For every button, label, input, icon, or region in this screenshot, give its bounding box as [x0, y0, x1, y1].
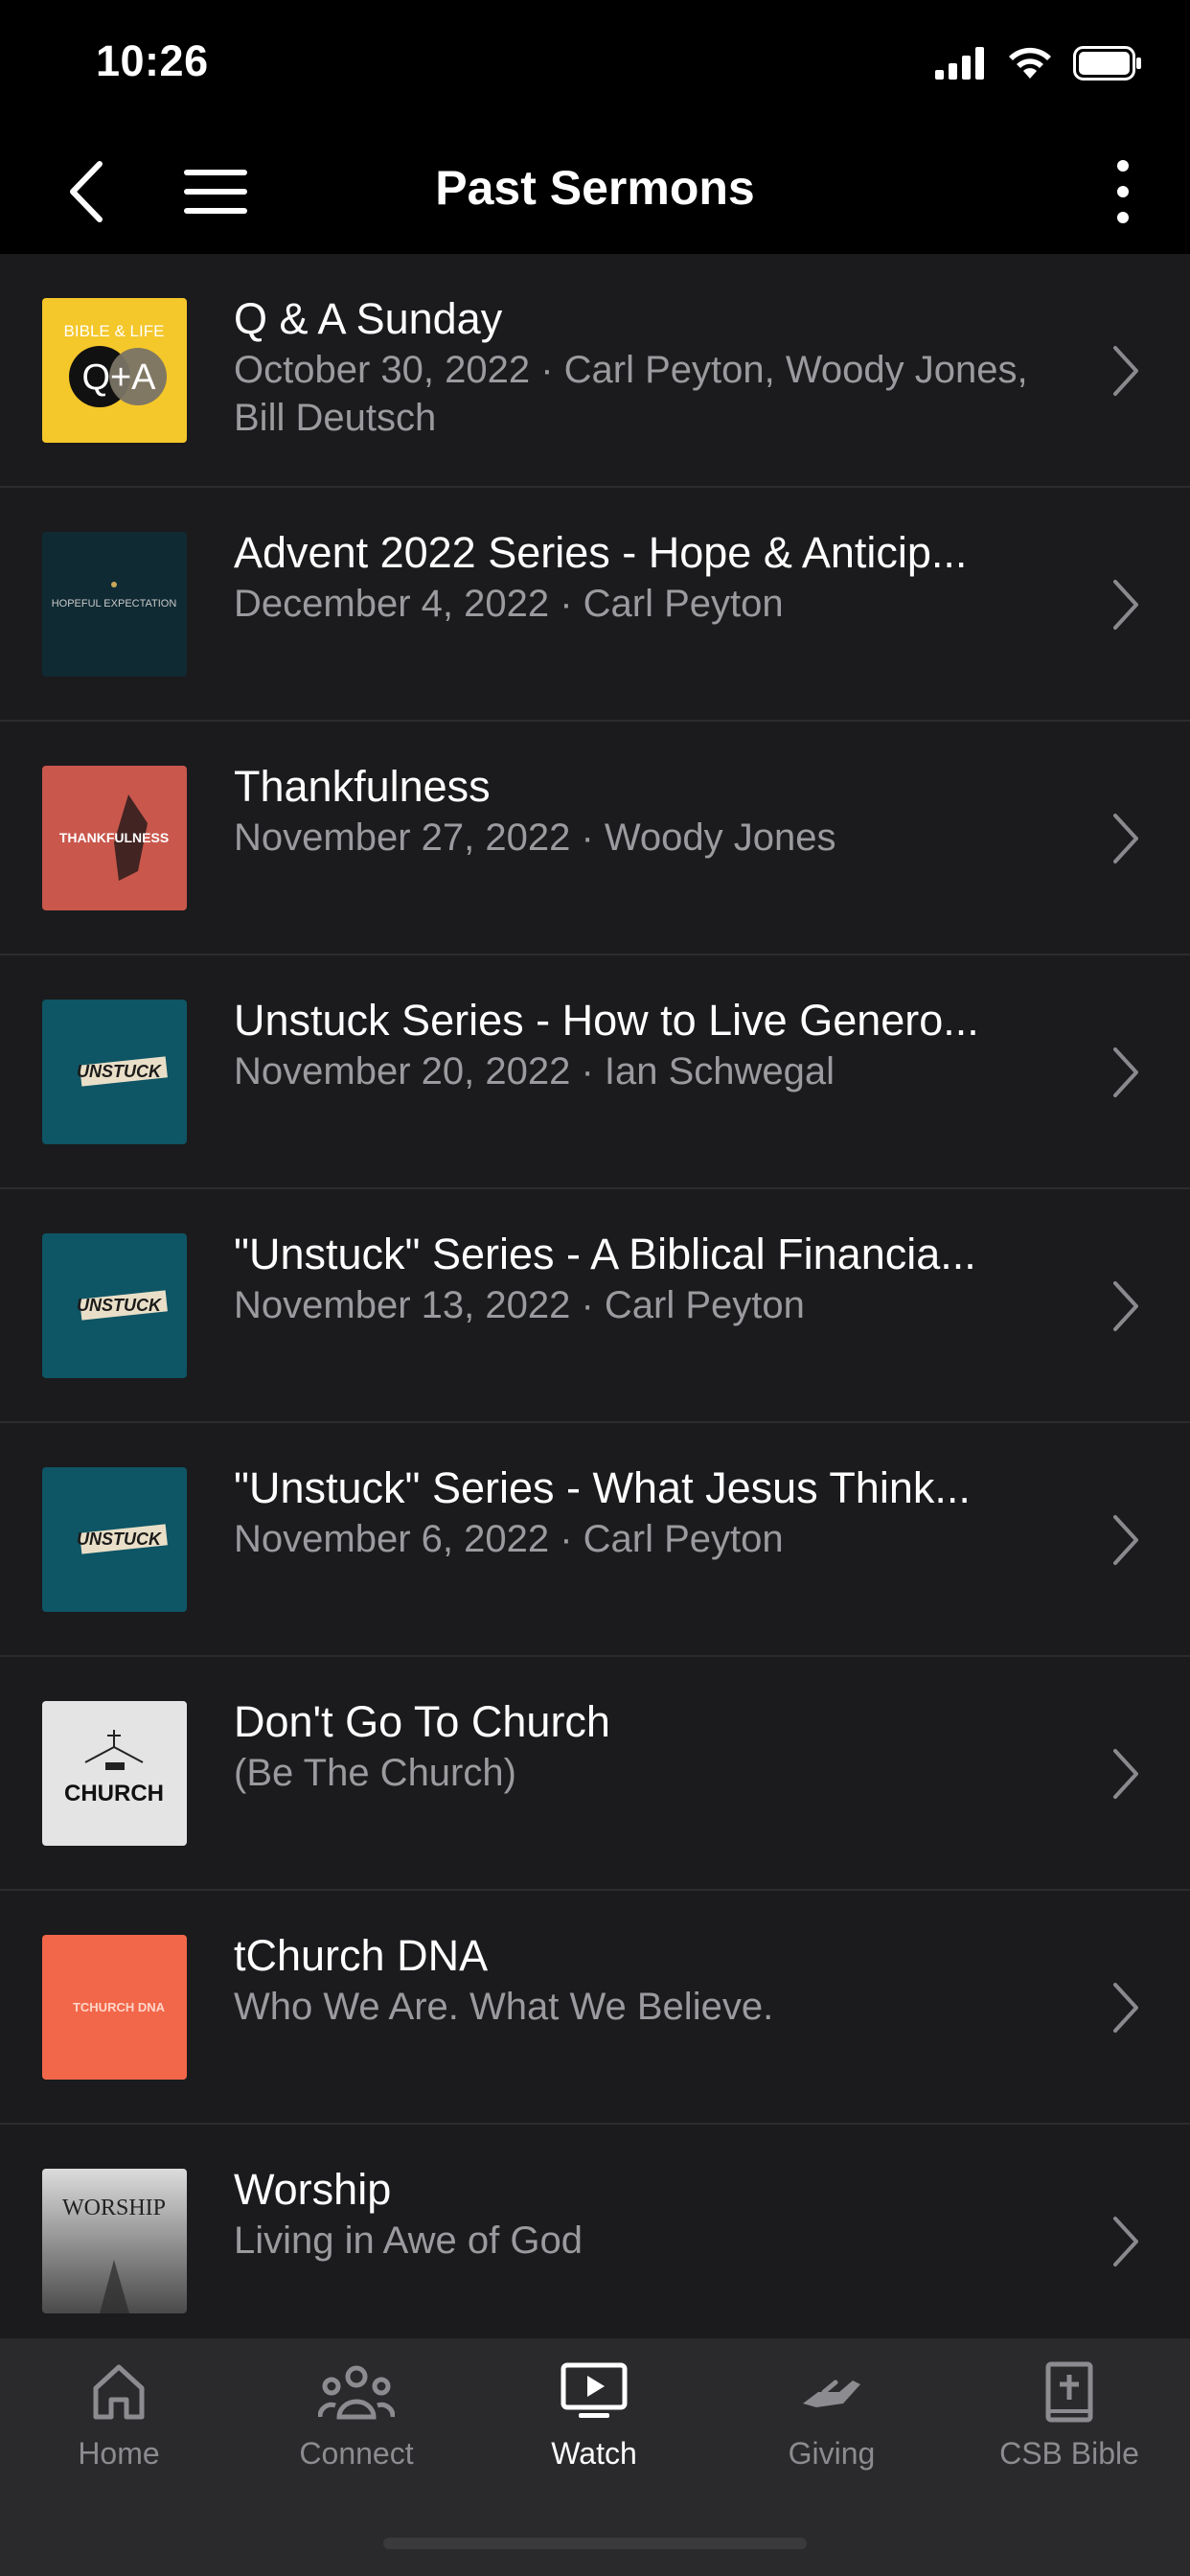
- tab-watch[interactable]: Watch: [475, 2361, 713, 2496]
- sermon-subtitle: November 20, 2022 · Ian Schwegal: [234, 1050, 835, 1092]
- play-screen-icon: [561, 2362, 628, 2418]
- sermon-row[interactable]: WORSHIP Worship Living in Awe of God: [0, 2125, 1190, 2338]
- thumbnail-text: HOPEFUL EXPECTATION: [52, 598, 177, 610]
- sermon-title: "Unstuck" Series - What Jesus Think...: [234, 1463, 971, 1512]
- sermon-row[interactable]: CHURCH Don't Go To Church (Be The Church…: [0, 1657, 1190, 1891]
- battery-icon: [1073, 46, 1141, 80]
- sermon-title: tChurch DNA: [234, 1931, 489, 1980]
- tab-csb-bible[interactable]: CSB Bible: [950, 2361, 1188, 2496]
- sermon-row[interactable]: UNSTUCK "Unstuck" Series - A Biblical Fi…: [0, 1189, 1190, 1423]
- sermon-row[interactable]: UNSTUCK Unstuck Series - How to Live Gen…: [0, 955, 1190, 1189]
- sermon-title: Unstuck Series - How to Live Genero...: [234, 996, 979, 1045]
- tab-home[interactable]: Home: [0, 2361, 238, 2496]
- sermon-row[interactable]: TCHURCH DNA tChurch DNA Who We Are. What…: [0, 1891, 1190, 2125]
- sermon-row[interactable]: UNSTUCK "Unstuck" Series - What Jesus Th…: [0, 1423, 1190, 1657]
- chevron-right-icon: [1113, 580, 1138, 630]
- sermon-title: Q & A Sunday: [234, 294, 503, 343]
- sermon-subtitle: November 6, 2022 · Carl Peyton: [234, 1518, 784, 1560]
- sermon-subtitle: Living in Awe of God: [234, 2220, 583, 2262]
- tab-label: Watch: [551, 2436, 637, 2471]
- cellular-signal-icon: [935, 47, 984, 80]
- sermon-thumbnail: WORSHIP: [42, 2169, 187, 2313]
- bible-icon: [1045, 2361, 1093, 2423]
- sermon-thumbnail: UNSTUCK: [42, 1000, 187, 1144]
- sermon-thumbnail: UNSTUCK: [42, 1233, 187, 1378]
- sermon-subtitle: October 30, 2022 · Carl Peyton, Woody Jo…: [234, 349, 1028, 439]
- thumbnail-text: CHURCH: [64, 1781, 164, 1806]
- tab-label: CSB Bible: [999, 2436, 1139, 2471]
- sermon-title: Worship: [234, 2165, 392, 2214]
- sermon-thumbnail: HOPEFUL EXPECTATION: [42, 532, 187, 677]
- sermon-subtitle: Who We Are. What We Believe.: [234, 1986, 774, 2028]
- chevron-right-icon: [1113, 1281, 1138, 1331]
- sermon-row[interactable]: THANKFULNESS Thankfulness November 27, 2…: [0, 722, 1190, 955]
- sermon-thumbnail: CHURCH: [42, 1701, 187, 1846]
- chevron-right-icon: [1113, 346, 1138, 396]
- tab-label: Giving: [788, 2436, 876, 2471]
- sermon-title: Advent 2022 Series - Hope & Anticip...: [234, 528, 968, 577]
- chevron-right-icon: [1113, 1515, 1138, 1565]
- page-title: Past Sermons: [435, 161, 755, 215]
- thumbnail-text: UNSTUCK: [77, 1296, 163, 1315]
- sermon-title: Thankfulness: [234, 762, 491, 811]
- thumbnail-text: THANKFULNESS: [59, 830, 169, 845]
- wifi-icon: [1009, 47, 1051, 79]
- home-indicator: [383, 2538, 807, 2549]
- thumbnail-text: BIBLE & LIFE: [64, 322, 165, 340]
- status-bar: 10:26: [0, 0, 1190, 129]
- thumbnail-text: TCHURCH DNA: [73, 2000, 166, 2014]
- sermon-row[interactable]: HOPEFUL EXPECTATION Advent 2022 Series -…: [0, 488, 1190, 722]
- chevron-right-icon: [1113, 1047, 1138, 1097]
- thumbnail-text: UNSTUCK: [77, 1062, 163, 1081]
- sermon-subtitle: December 4, 2022 · Carl Peyton: [234, 583, 784, 625]
- giving-hand-icon: [803, 2380, 860, 2407]
- sermon-title: "Unstuck" Series - A Biblical Financia..…: [234, 1230, 976, 1278]
- navigation-bar: Past Sermons: [0, 129, 1190, 254]
- sermon-thumbnail: THANKFULNESS: [42, 766, 187, 910]
- sermon-list: BIBLE & LIFE Q+A Q & A Sunday October 30…: [0, 254, 1190, 2338]
- chevron-right-icon: [1113, 1983, 1138, 2033]
- tab-label: Connect: [299, 2436, 414, 2471]
- group-icon: [318, 2365, 395, 2420]
- sermon-subtitle: November 13, 2022 · Carl Peyton: [234, 1284, 805, 1326]
- sermon-thumbnail: TCHURCH DNA: [42, 1935, 187, 2080]
- thumbnail-text: WORSHIP: [62, 2196, 166, 2220]
- sermon-thumbnail: UNSTUCK: [42, 1467, 187, 1612]
- tab-connect[interactable]: Connect: [238, 2361, 475, 2496]
- home-icon: [93, 2364, 145, 2420]
- sermon-subtitle: November 27, 2022 · Woody Jones: [234, 816, 836, 859]
- tab-label: Home: [78, 2436, 160, 2471]
- tab-giving[interactable]: Giving: [713, 2361, 950, 2496]
- status-icons: [935, 46, 1142, 80]
- chevron-right-icon: [1113, 1749, 1138, 1799]
- chevron-right-icon: [1113, 814, 1138, 863]
- chevron-right-icon: [1113, 2217, 1138, 2266]
- status-time: 10:26: [96, 36, 209, 85]
- thumbnail-text: Q+A: [81, 357, 156, 398]
- sermon-subtitle: (Be The Church): [234, 1752, 516, 1794]
- more-options-icon[interactable]: [1094, 156, 1152, 227]
- sermon-row[interactable]: BIBLE & LIFE Q+A Q & A Sunday October 30…: [0, 254, 1190, 488]
- thumbnail-text: UNSTUCK: [77, 1530, 163, 1549]
- sermon-thumbnail: BIBLE & LIFE Q+A: [42, 298, 187, 443]
- sermon-title: Don't Go To Church: [234, 1697, 610, 1746]
